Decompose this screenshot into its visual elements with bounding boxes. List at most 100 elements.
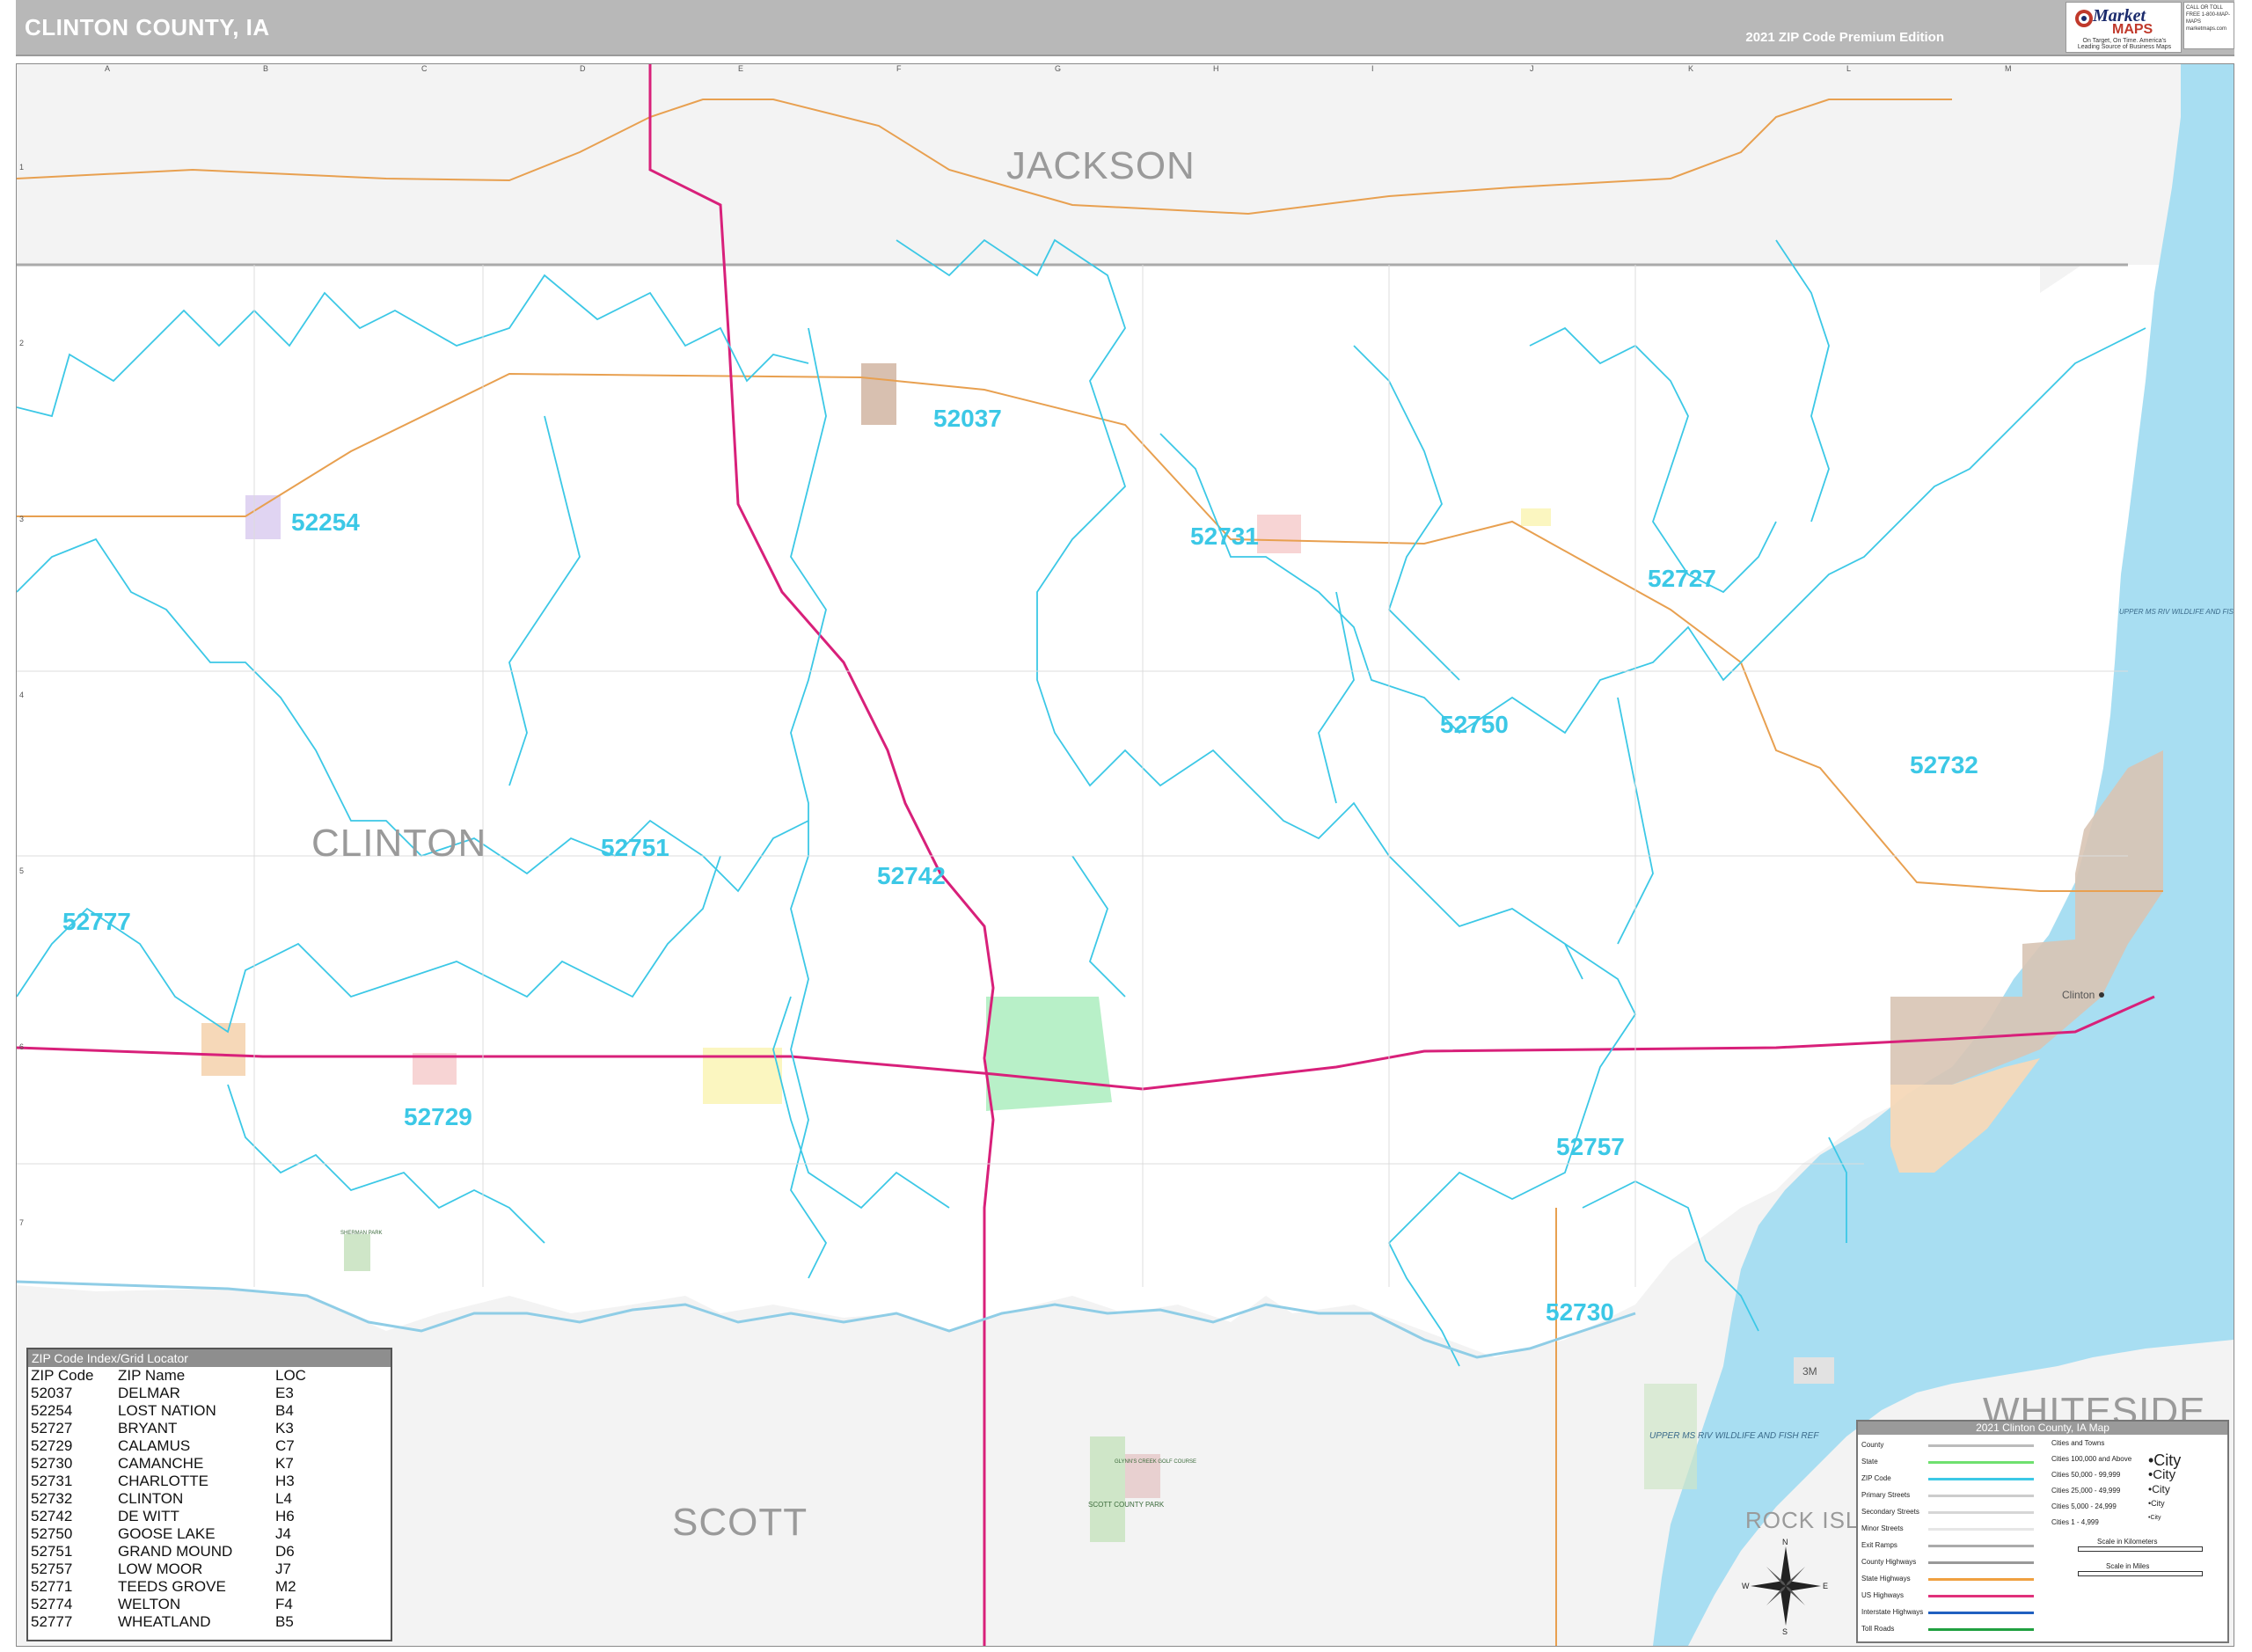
table-row: 52731 CHARLOTTE H3 <box>28 1473 306 1490</box>
zip-code-cell: 52757 <box>31 1561 73 1577</box>
zip-index-table: ZIP Code ZIP Name LOC 52037 DELMAR E3 52254… <box>28 1367 306 1631</box>
zip-name-cell: CLINTON <box>118 1490 184 1507</box>
table-row: 52732 CLINTON L4 <box>28 1490 306 1508</box>
legend-line-label: Exit Ramps <box>1861 1541 1897 1549</box>
loc-cell: C7 <box>275 1437 295 1454</box>
zip-name-cell: DELMAR <box>118 1385 180 1401</box>
legend-scale-km: Scale in Kilometers <box>2097 1538 2158 1546</box>
zip-name-cell: CALAMUS <box>118 1437 191 1454</box>
zip-name-cell: GOOSE LAKE <box>118 1525 216 1542</box>
legend-city-sample: •City <box>2148 1483 2170 1495</box>
zip-label-52757: 52757 <box>1556 1133 1625 1160</box>
charlotte-city-area <box>1257 515 1301 553</box>
table-row: 52254 LOST NATION B4 <box>28 1402 306 1420</box>
scott-county-park-label: SCOTT COUNTY PARK <box>1088 1501 1165 1509</box>
loc-cell: K3 <box>275 1420 294 1436</box>
legend-line-label: Primary Streets <box>1861 1491 1911 1499</box>
legend-line-label: ZIP Code <box>1861 1474 1891 1482</box>
grid-col-label: J <box>1530 64 1534 73</box>
legend-line-swatch <box>1928 1444 2034 1447</box>
legend-line-label: US Highways <box>1861 1591 1905 1599</box>
edition-label: 2021 ZIP Code Premium Edition <box>1745 30 1944 45</box>
zip-code-cell: 52771 <box>31 1578 73 1595</box>
legend-line-swatch <box>1928 1578 2034 1581</box>
loc-cell: H6 <box>275 1508 295 1524</box>
legend-line-label: Minor Streets <box>1861 1524 1904 1532</box>
zip-label-52742: 52742 <box>877 862 946 889</box>
map-legend: 2021 Clinton County, IA Map County State Z… <box>1856 1420 2229 1643</box>
grid-col-label: B <box>263 64 268 73</box>
county-label-clinton: CLINTON <box>311 822 486 865</box>
zip-code-cell: 52742 <box>31 1508 73 1524</box>
legend-line-label: Secondary Streets <box>1861 1508 1919 1516</box>
compass-n: N <box>1782 1538 1788 1546</box>
zip-code-cell: 52037 <box>31 1385 73 1401</box>
scott-county-park-area <box>1090 1436 1125 1542</box>
wheatland-city-area <box>201 1023 245 1076</box>
city-label-clinton: Clinton <box>2062 989 2095 1001</box>
grid-row-label: 7 <box>19 1218 24 1227</box>
logo-mark-icon <box>2075 10 2093 27</box>
loc-cell: E3 <box>275 1385 294 1401</box>
zip-label-52751: 52751 <box>601 834 669 861</box>
legend-line-swatch <box>1928 1495 2034 1497</box>
grid-col-label: I <box>1371 64 1374 73</box>
scale-bar-km <box>2078 1546 2203 1552</box>
legend-line-swatch <box>1928 1595 2034 1597</box>
grid-row-label: 2 <box>19 339 24 347</box>
legend-line-swatch <box>1928 1461 2034 1464</box>
zip-name-cell: GRAND MOUND <box>118 1543 233 1560</box>
legend-line-label: State Highways <box>1861 1575 1911 1583</box>
table-row: 52037 DELMAR E3 <box>28 1385 306 1402</box>
zip-label-52777: 52777 <box>62 908 131 935</box>
zip-label-52732: 52732 <box>1910 751 1978 778</box>
scale-bar-mi <box>2078 1571 2203 1576</box>
legend-city-label: Cities 5,000 - 24,999 <box>2051 1502 2117 1510</box>
table-row: 52757 LOW MOOR J7 <box>28 1561 306 1578</box>
table-row: 52777 WHEATLAND B5 <box>28 1613 306 1631</box>
loc-cell: D6 <box>275 1543 295 1560</box>
legend-line-swatch <box>1928 1478 2034 1480</box>
legend-scale-mi: Scale in Miles <box>2106 1562 2150 1570</box>
zip-code-cell: 52732 <box>31 1490 73 1507</box>
zip-code-cell: 52774 <box>31 1596 73 1612</box>
zip-code-cell: 52730 <box>31 1455 73 1472</box>
grid-row-label: 6 <box>19 1042 24 1051</box>
zip-name-cell: LOW MOOR <box>118 1561 203 1577</box>
zip-code-cell: 52254 <box>31 1402 73 1419</box>
sherman-park-label: SHERMAN PARK <box>340 1231 383 1236</box>
grid-row-label: 4 <box>19 691 24 699</box>
legend-line-label: County Highways <box>1861 1558 1917 1566</box>
loc-cell: B5 <box>275 1613 294 1630</box>
header-loc: LOC <box>275 1367 306 1384</box>
county-label-jackson: JACKSON <box>1006 144 1195 187</box>
table-row: 52742 DE WITT H6 <box>28 1508 306 1525</box>
legend-line-label: Toll Roads <box>1861 1625 1895 1633</box>
legend-city-label: Cities 100,000 and Above <box>2051 1455 2132 1463</box>
legend-line-swatch <box>1928 1628 2034 1631</box>
zip-code-cell: 52729 <box>31 1437 73 1454</box>
legend-line-swatch <box>1928 1528 2034 1531</box>
refuge-label-north: UPPER MS RIV WILDLIFE AND FISH REF <box>2119 608 2234 616</box>
legend-city-sample: •City <box>2148 1499 2165 1508</box>
zip-code-cell: 52777 <box>31 1613 73 1630</box>
map-header: CLINTON COUNTY, IA 2021 ZIP Code Premium… <box>16 0 2234 56</box>
sherman-park-area <box>344 1234 370 1271</box>
logo-line2: MAPS <box>2112 22 2153 37</box>
table-row: 52771 TEEDS GROVE M2 <box>28 1578 306 1596</box>
zip-label-52727: 52727 <box>1648 565 1716 592</box>
legend-city-sample: •City <box>2148 1467 2176 1482</box>
legend-city-label: Cities 25,000 - 49,999 <box>2051 1487 2121 1495</box>
refuge-label-south: UPPER MS RIV WILDLIFE AND FISH REF <box>1649 1431 1819 1441</box>
compass-s: S <box>1782 1627 1788 1634</box>
header-zip-name: ZIP Name <box>118 1367 186 1384</box>
grid-row-label: 1 <box>19 163 24 172</box>
loc-cell: H3 <box>275 1473 295 1489</box>
loc-cell: K7 <box>275 1455 294 1472</box>
zip-label-52254: 52254 <box>291 508 360 536</box>
grid-col-label: M <box>2005 64 2012 73</box>
legend-line-swatch <box>1928 1545 2034 1547</box>
legend-city-sample: •City <box>2148 1515 2161 1521</box>
zip-code-cell: 52751 <box>31 1543 73 1560</box>
legend-city-label: Cities 50,000 - 99,999 <box>2051 1471 2121 1479</box>
